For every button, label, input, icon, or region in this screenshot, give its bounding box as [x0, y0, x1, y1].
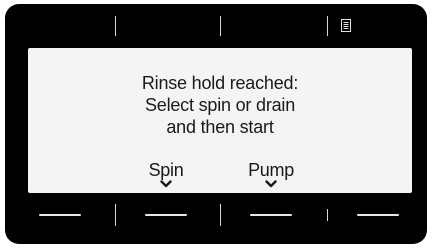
chevron-down-icon	[265, 180, 277, 188]
spin-option-label: Spin	[148, 160, 184, 180]
bottom-divider	[115, 204, 116, 226]
message-line: Select spin or drain	[144, 95, 296, 115]
pump-option-label: Pump	[248, 160, 294, 180]
softkey-1[interactable]	[39, 214, 81, 216]
control-panel-bezel: Rinse hold reached: Select spin or drain…	[5, 4, 427, 244]
top-divider	[115, 16, 116, 36]
chevron-down-icon	[160, 180, 172, 188]
list-menu-icon[interactable]	[341, 19, 351, 32]
top-divider	[220, 16, 221, 36]
softkey-2[interactable]	[145, 214, 187, 216]
spin-option[interactable]: Spin	[121, 160, 211, 188]
status-message: Rinse hold reached: Select spin or drain…	[28, 72, 412, 138]
bottom-divider	[327, 209, 328, 221]
softkey-3[interactable]	[250, 214, 292, 216]
message-line: and then start	[166, 117, 274, 137]
softkey-4[interactable]	[357, 214, 399, 216]
top-divider	[327, 16, 328, 36]
pump-option[interactable]: Pump	[226, 160, 316, 188]
bottom-divider	[220, 204, 221, 226]
message-line: Rinse hold reached:	[141, 73, 299, 93]
display-screen: Rinse hold reached: Select spin or drain…	[28, 48, 412, 193]
